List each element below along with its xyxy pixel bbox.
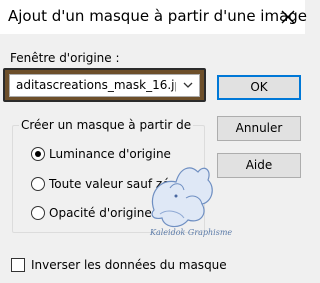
dialog-title: Ajout d'un masque à partir d'une image	[8, 7, 308, 25]
close-icon[interactable]	[279, 8, 297, 26]
watermark-text: Kaleidok Graphisme	[150, 228, 233, 237]
source-window-label: Fenêtre d'origine :	[10, 51, 120, 65]
radio-selected-dot	[35, 151, 41, 157]
radio-label: Opacité d'origine	[49, 206, 152, 220]
mask-source-group-legend: Créer un masque à partir de	[19, 118, 194, 133]
source-window-value: aditascreations_mask_16.jpg	[16, 78, 176, 92]
radio-button[interactable]	[31, 147, 45, 161]
title-bar: Ajout d'un masque à partir d'une image	[0, 0, 308, 34]
fox-watermark-icon	[151, 167, 213, 228]
cancel-button[interactable]: Annuler	[217, 116, 301, 141]
source-window-select[interactable]: aditascreations_mask_16.jpg	[9, 74, 200, 97]
radio-button[interactable]	[31, 177, 45, 191]
help-button[interactable]: Aide	[217, 153, 301, 178]
chevron-down-icon	[183, 82, 193, 88]
invert-mask-checkbox[interactable]	[11, 258, 25, 272]
radio-button[interactable]	[31, 206, 45, 220]
ok-button[interactable]: OK	[217, 75, 301, 100]
invert-mask-label: Inverser les données du masque	[31, 258, 227, 272]
